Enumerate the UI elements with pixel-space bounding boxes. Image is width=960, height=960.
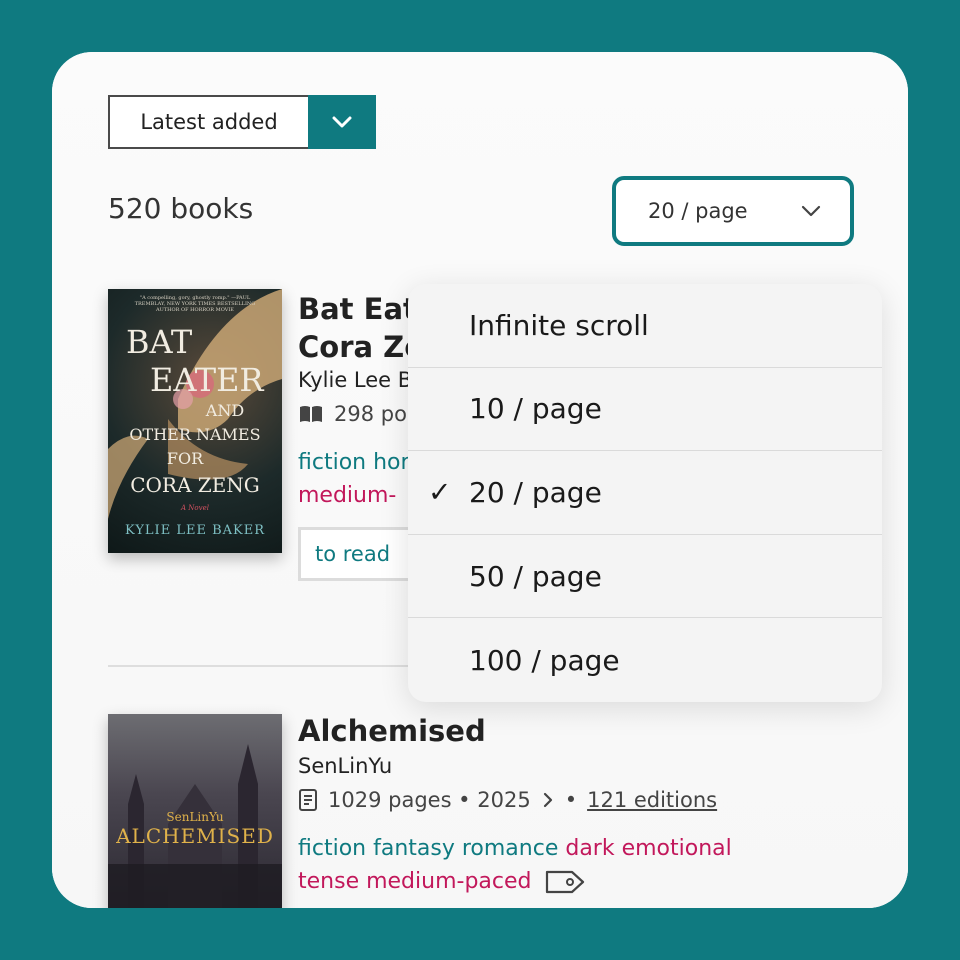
per-page-option-50[interactable]: 50 / page <box>408 535 882 619</box>
option-label: 10 / page <box>469 392 602 426</box>
reading-status-label: to read <box>315 542 391 566</box>
mood-tags[interactable]: medium- <box>298 483 396 508</box>
cover-title: ALCHEMISED <box>116 824 274 848</box>
chevron-down-icon <box>801 205 821 217</box>
per-page-option-20[interactable]: ✓ 20 / page <box>408 451 882 535</box>
option-label: 50 / page <box>469 559 602 593</box>
book-pages: 298 po <box>334 402 407 426</box>
per-page-option-infinite-scroll[interactable]: Infinite scroll <box>408 284 882 368</box>
book-count: 520 books <box>108 192 254 225</box>
book-title-line[interactable]: Bat Eat <box>298 290 424 328</box>
tag-icon[interactable] <box>544 869 586 895</box>
chevron-right-icon[interactable] <box>541 791 555 809</box>
cover-blurb: "A compelling, gory, ghostly romp." —PAU… <box>134 295 256 313</box>
cover-title-line: OTHER NAMES <box>129 425 261 444</box>
cover-title-line: BAT <box>126 323 193 361</box>
checkmark-icon: ✓ <box>428 475 452 509</box>
per-page-option-10[interactable]: 10 / page <box>408 368 882 452</box>
mood-tags[interactable]: tense medium-paced <box>298 865 532 898</box>
book-cover[interactable]: "A compelling, gory, ghostly romp." —PAU… <box>108 289 282 553</box>
book-title[interactable]: Bat Eat Cora Ze <box>298 290 424 366</box>
mood-tags[interactable]: dark emotional <box>565 836 731 861</box>
per-page-option-100[interactable]: 100 / page <box>408 618 882 702</box>
book-tags: fiction hor medium- <box>298 446 410 512</box>
book-author[interactable]: SenLinYu <box>298 754 392 778</box>
per-page-dropdown-menu: Infinite scroll 10 / page ✓ 20 / page 50… <box>408 284 882 702</box>
reading-status-button[interactable]: to read <box>298 527 418 581</box>
book-tags: fiction fantasy romance dark emotional t… <box>298 832 732 898</box>
book-cover[interactable]: SenLinYu ALCHEMISED <box>108 714 282 908</box>
option-label: Infinite scroll <box>469 308 649 342</box>
cover-author: KYLIE LEE BAKER <box>124 523 265 538</box>
book-title-line[interactable]: Cora Ze <box>298 328 424 366</box>
sort-dropdown-button[interactable] <box>308 95 376 149</box>
book-title[interactable]: Alchemised <box>298 712 486 750</box>
meta-separator: • <box>564 788 578 812</box>
book-pages-year: 1029 pages • 2025 <box>328 788 531 812</box>
book-meta: 298 po <box>298 402 407 426</box>
book-list-card: Latest added 520 books 20 / page "A comp… <box>52 52 908 908</box>
cover-title-line: FOR <box>166 449 204 468</box>
option-label: 20 / page <box>469 475 602 509</box>
cover-title-line: EATER <box>150 361 264 399</box>
document-icon <box>299 789 317 811</box>
book-author[interactable]: Kylie Lee B <box>298 368 412 392</box>
per-page-select[interactable]: 20 / page <box>612 176 854 246</box>
cover-title-line: AND <box>205 401 245 420</box>
option-label: 100 / page <box>469 643 620 677</box>
cover-tagline: A Novel <box>181 504 209 512</box>
sort-control[interactable]: Latest added <box>108 95 376 149</box>
genre-tags[interactable]: fiction hor <box>298 450 410 475</box>
cover-author: SenLinYu <box>166 810 224 824</box>
sort-select[interactable]: Latest added <box>108 95 308 149</box>
open-book-icon <box>300 406 322 422</box>
chevron-down-icon <box>332 116 352 128</box>
book-meta: 1029 pages • 2025 • 121 editions <box>298 788 717 812</box>
editions-link[interactable]: 121 editions <box>587 788 717 812</box>
per-page-selected-label: 20 / page <box>648 199 748 223</box>
cover-title-line: CORA ZENG <box>130 473 260 497</box>
genre-tags[interactable]: fiction fantasy romance <box>298 836 558 861</box>
